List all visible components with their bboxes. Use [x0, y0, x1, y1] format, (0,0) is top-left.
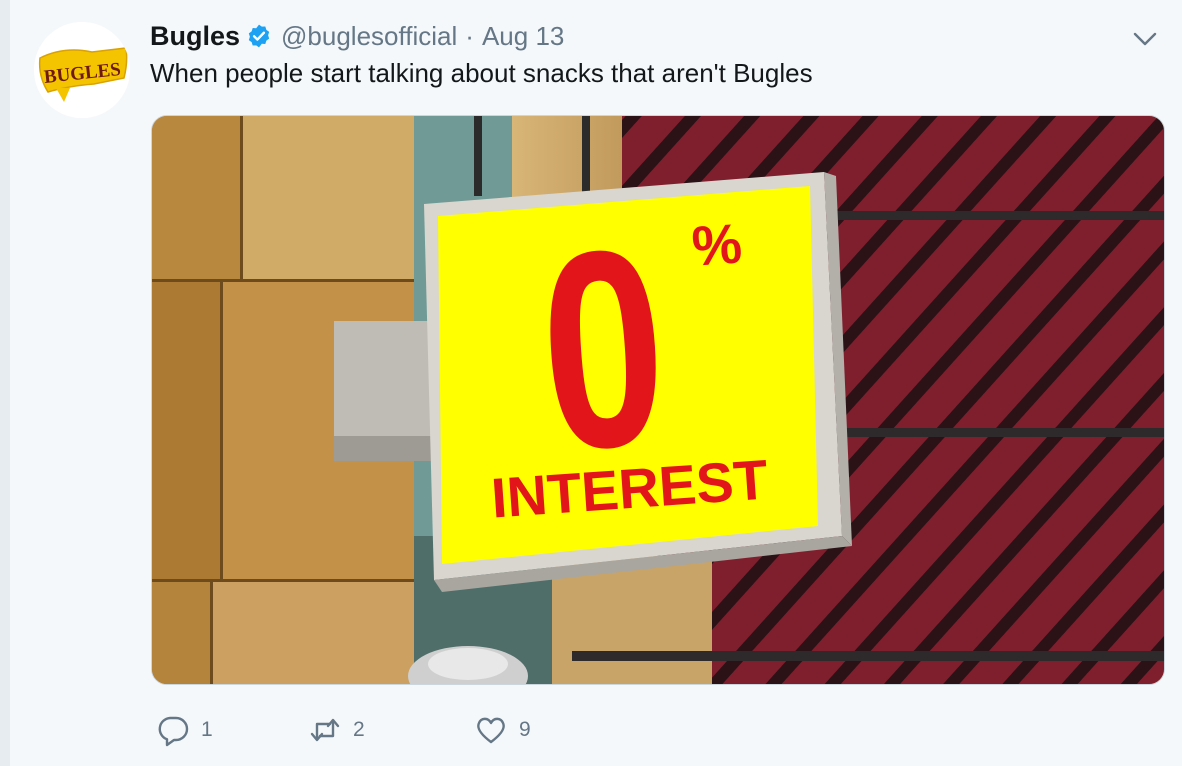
bugles-logo: BUGLES — [34, 22, 130, 118]
like-button[interactable]: 9 — [474, 712, 531, 748]
like-count: 9 — [519, 718, 531, 741]
chevron-down-icon[interactable] — [1130, 28, 1160, 50]
reply-button[interactable]: 1 — [156, 712, 213, 748]
svg-text:%: % — [690, 211, 744, 277]
sign-photo: 0 % INTEREST — [152, 116, 1164, 684]
reply-count: 1 — [201, 718, 213, 741]
tweet-header: Bugles @buglesofficial · Aug 13 — [150, 18, 564, 54]
retweet-count: 2 — [353, 718, 365, 741]
heart-icon — [474, 713, 508, 747]
tweet-text: When people start talking about snacks t… — [150, 58, 813, 88]
tweet-date[interactable]: Aug 13 — [482, 21, 564, 52]
separator-dot: · — [465, 20, 474, 51]
verified-badge-icon — [246, 23, 272, 49]
avatar[interactable]: BUGLES — [34, 22, 130, 118]
author-handle[interactable]: @buglesofficial — [281, 21, 457, 52]
reply-icon — [156, 713, 190, 747]
retweet-button[interactable]: 2 — [308, 712, 365, 748]
left-border — [0, 0, 10, 766]
tweet-image[interactable]: 0 % INTEREST — [151, 115, 1165, 685]
retweet-icon — [308, 713, 342, 747]
author-name[interactable]: Bugles — [150, 21, 240, 52]
